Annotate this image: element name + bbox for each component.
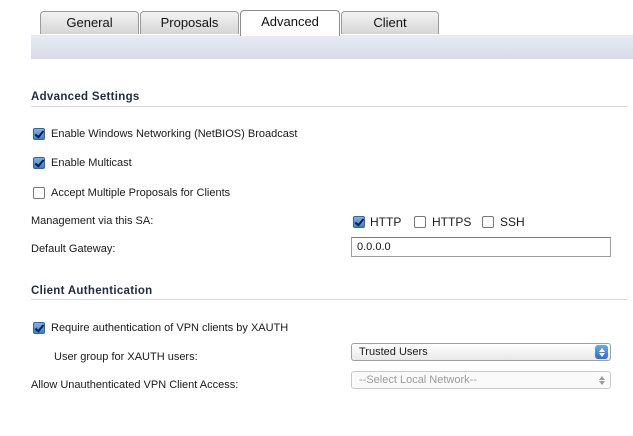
multicast-checkbox[interactable] xyxy=(33,157,45,169)
updown-arrows-icon xyxy=(595,345,608,359)
user-group-selected-value: Trusted Users xyxy=(359,346,428,358)
section-divider xyxy=(31,106,627,107)
tab-proposals[interactable]: Proposals xyxy=(140,11,239,34)
netbios-label: Enable Windows Networking (NetBIOS) Broa… xyxy=(51,128,298,140)
http-checkbox[interactable] xyxy=(353,216,365,228)
section-title-advanced-settings: Advanced Settings xyxy=(31,91,140,103)
multiple-proposals-label: Accept Multiple Proposals for Clients xyxy=(51,187,231,199)
tab-client[interactable]: Client xyxy=(341,11,439,34)
management-label: Management via this SA: xyxy=(31,215,154,227)
unauthenticated-access-label: Allow Unauthenticated VPN Client Access: xyxy=(31,379,239,391)
tab-general[interactable]: General xyxy=(40,11,139,34)
require-xauth-label: Require authentication of VPN clients by… xyxy=(51,322,289,334)
http-label: HTTP xyxy=(370,215,402,229)
section-divider xyxy=(31,299,627,300)
user-group-select[interactable]: Trusted Users xyxy=(351,343,611,361)
updown-arrows-icon xyxy=(595,373,608,387)
multicast-label: Enable Multicast xyxy=(51,157,132,169)
section-title-client-authentication: Client Authentication xyxy=(31,285,153,297)
unauthenticated-access-selected-value: --Select Local Network-- xyxy=(359,374,477,386)
default-gateway-label: Default Gateway: xyxy=(31,243,116,255)
netbios-checkbox[interactable] xyxy=(33,128,45,140)
tab-content-header-band xyxy=(31,35,633,59)
tab-bar: General Proposals Advanced Client xyxy=(0,0,633,36)
default-gateway-input[interactable] xyxy=(351,237,611,257)
tab-advanced[interactable]: Advanced xyxy=(240,10,340,36)
ssh-checkbox[interactable] xyxy=(482,216,494,228)
multiple-proposals-checkbox[interactable] xyxy=(33,187,45,199)
https-label: HTTPS xyxy=(432,215,472,229)
ssh-label: SSH xyxy=(500,215,525,229)
user-group-label: User group for XAUTH users: xyxy=(54,351,198,363)
require-xauth-checkbox[interactable] xyxy=(33,322,45,334)
https-checkbox[interactable] xyxy=(414,216,426,228)
unauthenticated-access-select[interactable]: --Select Local Network-- xyxy=(351,371,611,389)
